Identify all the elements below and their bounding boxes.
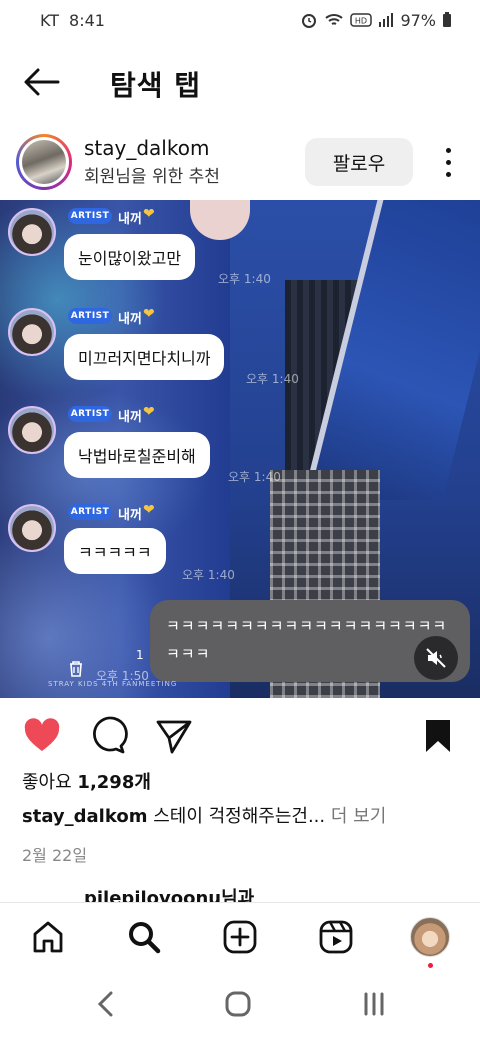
reply-line: ㅋㅋㅋ (166, 645, 211, 663)
heart-icon: ❤ (143, 502, 155, 518)
banner-text: STRAY KIDS 4TH FANMEETING (48, 680, 178, 688)
top-bar: 탐색 탭 (0, 52, 480, 112)
sender-name: 내꺼 (118, 212, 142, 227)
nav-home-button[interactable] (220, 988, 256, 1020)
caption: stay_dalkom 스테이 걱정해주는건... 더 보기 (22, 802, 386, 828)
recents-nav-icon (364, 992, 384, 1016)
comment-icon[interactable] (88, 716, 128, 756)
reels-icon (319, 920, 353, 954)
suggested-label: 회원님을 위한 추천 (84, 167, 220, 187)
tab-reels[interactable] (314, 915, 358, 959)
notification-dot (428, 963, 433, 968)
battery-percent: 97% (400, 10, 436, 30)
heart-icon: ❤ (143, 306, 155, 322)
page-title: 탐색 탭 (110, 69, 202, 102)
sender-name: 내꺼 (118, 508, 142, 523)
tab-create[interactable] (218, 915, 262, 959)
post-actions (0, 712, 480, 762)
caption-text: 스테이 걱정해주는건... (153, 806, 326, 827)
home-icon (33, 921, 63, 953)
likes-label: 좋아요 (22, 772, 72, 793)
sender-name: 내꺼 (118, 312, 142, 327)
chat-bubble: ㅋㅋㅋㅋㅋ (64, 528, 166, 574)
share-send-icon[interactable] (154, 716, 194, 756)
mute-toggle[interactable] (414, 636, 458, 680)
tab-home[interactable] (26, 915, 70, 959)
hd-voice-icon: HD (350, 13, 373, 27)
more-link[interactable]: 더 보기 (331, 806, 386, 827)
tab-profile[interactable] (408, 915, 452, 959)
artist-badge: ARTIST (68, 208, 112, 224)
battery-icon (443, 12, 451, 27)
message-time: 오후 1:40 (246, 372, 299, 386)
signal-icon (379, 13, 394, 27)
likes-number: 1,298개 (77, 772, 151, 793)
artist-avatar (8, 308, 56, 356)
heart-icon: ❤ (143, 206, 155, 222)
tab-search[interactable] (122, 915, 166, 959)
carrier: KT (40, 10, 60, 30)
post-date: 2월 22일 (22, 846, 88, 865)
muted-speaker-icon (426, 648, 446, 668)
trash-icon (70, 661, 82, 677)
story-ring-avatar[interactable] (16, 134, 72, 190)
artist-badge: ARTIST (68, 504, 112, 520)
artist-badge: ARTIST (68, 406, 112, 422)
message-time: 오후 1:40 (218, 272, 271, 286)
nav-back-button[interactable] (88, 988, 124, 1020)
alarm-icon (302, 14, 317, 28)
search-icon (129, 922, 161, 954)
avatar (22, 140, 66, 184)
profile-avatar (410, 917, 450, 957)
back-arrow-icon[interactable] (22, 64, 62, 100)
chat-bubble: 미끄러지면다치니까 (64, 334, 225, 380)
artist-avatar (8, 208, 56, 256)
artist-avatar (8, 504, 56, 552)
artist-badge: ARTIST (68, 308, 112, 324)
back-nav-icon (97, 991, 113, 1017)
svg-text:HD: HD (355, 17, 367, 26)
system-nav-bar (0, 970, 480, 1040)
clock: 8:41 (69, 10, 105, 30)
caption-username[interactable]: stay_dalkom (22, 806, 147, 827)
chat-bubble: 눈이많이왔고만 (64, 234, 196, 280)
message-time: 오후 1:40 (182, 568, 235, 582)
like-heart-icon[interactable] (22, 716, 62, 756)
status-bar: KT 8:41 HD 97% (0, 0, 480, 40)
home-nav-icon (225, 991, 251, 1017)
wifi-icon (325, 14, 344, 25)
bottom-tab-bar (0, 902, 480, 970)
heart-icon: ❤ (143, 404, 155, 420)
more-options-icon[interactable] (438, 144, 458, 180)
follow-button[interactable]: 팔로우 (305, 138, 413, 186)
create-icon (223, 920, 257, 954)
nav-recents-button[interactable] (356, 988, 392, 1020)
post-username[interactable]: stay_dalkom (84, 136, 209, 160)
message-time: 오후 1:40 (228, 470, 281, 484)
chat-bubble: 낙법바로칠준비해 (64, 432, 210, 478)
reply-line: ㅋㅋㅋㅋㅋㅋㅋㅋㅋㅋㅋㅋㅋㅋㅋㅋㅋㅋㅋ (166, 617, 448, 635)
artist-avatar (8, 406, 56, 454)
bookmark-icon[interactable] (418, 716, 458, 756)
comment-preview: pilepilovoonu님과 (84, 888, 255, 902)
sender-name: 내꺼 (118, 410, 142, 425)
post-header: stay_dalkom 회원님을 위한 추천 팔로우 (0, 130, 480, 192)
unread-count: 1 (136, 648, 144, 662)
likes-count[interactable]: 좋아요 1,298개 (22, 768, 151, 794)
